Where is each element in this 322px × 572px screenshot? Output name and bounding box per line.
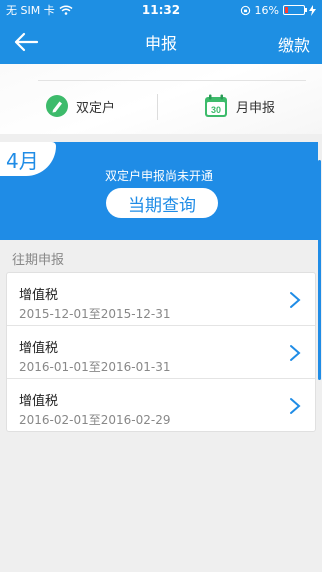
nav-bar: 申报 缴款 [0, 20, 322, 64]
wifi-icon [59, 5, 73, 15]
calendar-30-icon: 30 [205, 94, 227, 117]
svg-text:30: 30 [211, 105, 221, 115]
chevron-right-icon [290, 292, 301, 308]
declaration-type-card: 双定户 30 月申报 [0, 64, 322, 134]
status-bar: 无 SIM 卡 11:32 16% [0, 0, 322, 20]
current-period-query-button[interactable]: 当期查询 [106, 188, 218, 218]
arrow-left-icon [14, 32, 39, 52]
item-title: 增值税 [19, 288, 59, 303]
option-shuangding[interactable]: 双定户 [46, 92, 115, 120]
item-date-range: 2015-12-01至2015-12-31 [19, 307, 171, 321]
option-separator [157, 94, 158, 120]
item-title: 增值税 [19, 394, 59, 409]
item-date-range: 2016-02-01至2016-02-29 [19, 413, 171, 427]
chevron-right-icon [290, 398, 301, 414]
status-right: 16% [240, 4, 316, 17]
battery-level-fill [285, 7, 288, 13]
card-divider [38, 80, 306, 81]
rotation-lock-icon [240, 5, 250, 15]
payment-button[interactable]: 缴款 [278, 32, 310, 56]
option-monthly[interactable]: 30 月申报 [204, 92, 275, 120]
back-button[interactable] [10, 26, 42, 58]
charging-bolt-icon [309, 4, 316, 16]
battery-icon [283, 5, 307, 15]
carrier-label: 无 SIM 卡 [6, 4, 55, 17]
banner-message: 双定户申报尚未开通 [104, 169, 213, 183]
list-item[interactable]: 增值税 2016-01-01至2016-01-31 [7, 326, 315, 379]
current-period-banner: 4月 双定户申报尚未开通 当期查询 [0, 142, 318, 240]
list-item[interactable]: 增值税 2015-12-01至2015-12-31 [7, 273, 315, 326]
battery-percent: 16% [254, 3, 279, 17]
history-section-header: 往期申报 [12, 253, 65, 268]
option-label: 月申报 [236, 100, 276, 116]
item-title: 增值税 [19, 341, 59, 356]
status-left: 无 SIM 卡 [6, 2, 73, 18]
list-item[interactable]: 增值税 2016-02-01至2016-02-29 [7, 379, 315, 432]
chevron-right-icon [290, 345, 301, 361]
page-title: 申报 [144, 34, 177, 53]
pen-icon [46, 95, 68, 117]
scroll-indicator[interactable] [318, 160, 321, 380]
item-date-range: 2016-01-01至2016-01-31 [19, 360, 171, 374]
option-label: 双定户 [76, 100, 116, 116]
history-list: 增值税 2015-12-01至2015-12-31 增值税 2016-01-01… [6, 272, 316, 432]
